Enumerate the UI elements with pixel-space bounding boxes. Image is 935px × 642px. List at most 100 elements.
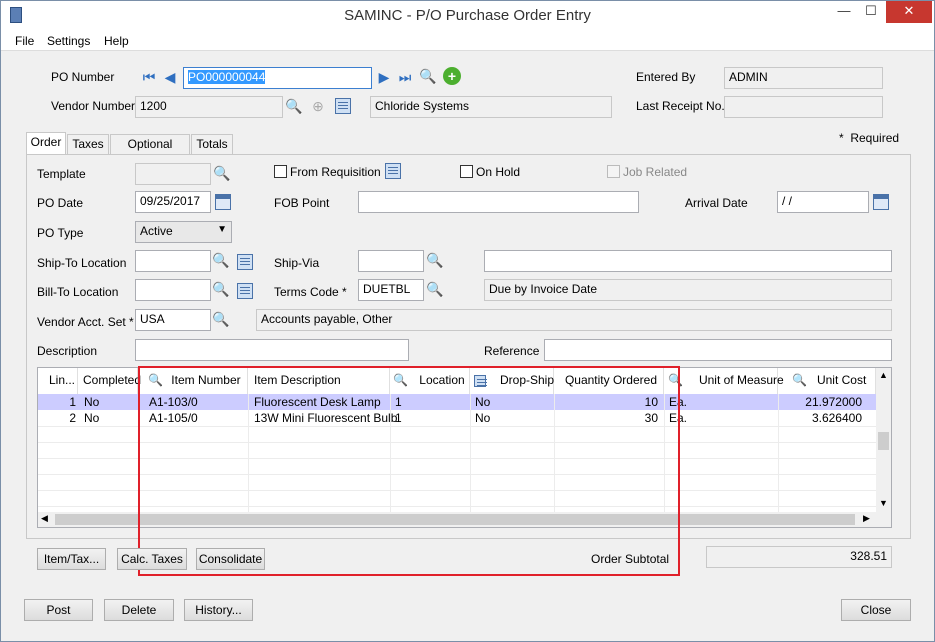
fob-point-label: FOB Point — [274, 196, 330, 210]
menu-file[interactable]: File — [15, 34, 34, 48]
add-new-icon[interactable]: + — [443, 67, 461, 85]
po-number-value: PO000000044 — [188, 70, 266, 84]
bill-to-input[interactable] — [135, 279, 211, 301]
tab-order[interactable]: Order — [26, 132, 66, 155]
po-date-calendar-icon[interactable] — [215, 194, 231, 210]
template-label: Template — [37, 167, 86, 181]
terms-code-label: Terms Code * — [274, 285, 347, 299]
po-type-label: PO Type — [37, 226, 84, 240]
ship-via-search-icon[interactable]: 🔍 — [426, 251, 444, 269]
required-asterisk: * — [839, 131, 844, 145]
ship-to-label: Ship-To Location — [37, 256, 127, 270]
scroll-left-icon[interactable]: ◀ — [41, 513, 48, 524]
template-input[interactable] — [135, 163, 211, 185]
arrival-date-input[interactable]: / / — [777, 191, 869, 213]
vendor-number-label: Vendor Number — [51, 99, 136, 113]
last-record-icon[interactable]: ⏭ — [396, 68, 414, 86]
description-label: Description — [37, 344, 98, 358]
minimize-button[interactable]: — — [829, 1, 859, 23]
previous-record-icon[interactable]: ◀ — [161, 68, 179, 86]
col-header-unit-of-measure[interactable]: 🔍 Unit of Measure — [664, 368, 784, 394]
next-record-icon[interactable]: ▶ — [375, 68, 393, 86]
po-type-select[interactable]: Active ▼ — [135, 221, 232, 243]
vendor-acct-set-input[interactable]: USA — [135, 309, 211, 331]
on-hold-checkbox[interactable] — [460, 165, 473, 178]
calc-taxes-button[interactable]: Calc. Taxes — [117, 548, 187, 570]
vendor-acct-set-label: Vendor Acct. Set * — [37, 315, 134, 329]
history-button[interactable]: History... — [184, 599, 253, 621]
from-requisition-checkbox[interactable] — [274, 165, 287, 178]
first-record-icon[interactable]: ⏮ — [140, 68, 158, 86]
po-date-label: PO Date — [37, 196, 84, 210]
last-receipt-field — [724, 96, 883, 118]
menu-help[interactable]: Help — [104, 34, 129, 48]
reference-label: Reference — [484, 344, 540, 358]
vendor-details-icon[interactable] — [335, 98, 351, 114]
maximize-button[interactable]: ☐ — [859, 1, 883, 23]
post-button[interactable]: Post — [24, 599, 93, 621]
entered-by-label: Entered By — [636, 70, 696, 84]
po-type-value: Active — [140, 224, 173, 238]
scroll-thumb[interactable] — [878, 432, 889, 450]
bill-to-details-icon[interactable] — [237, 283, 253, 299]
from-requisition-label: From Requisition — [290, 165, 381, 179]
add-vendor-icon: ⊕ — [312, 98, 324, 114]
ship-via-desc-field[interactable] — [484, 250, 892, 272]
vertical-scrollbar[interactable]: ▲ ▼ — [876, 368, 891, 512]
tab-totals[interactable]: Totals — [191, 134, 233, 155]
col-uom-text: Unit of Measure — [698, 373, 784, 387]
scroll-down-icon[interactable]: ▼ — [879, 498, 888, 508]
close-window-button[interactable]: ✕ — [886, 1, 932, 23]
fob-point-input[interactable] — [358, 191, 639, 213]
cell-unit-cost: 21.972000 — [805, 395, 862, 409]
ship-to-details-icon[interactable] — [237, 254, 253, 270]
terms-code-input[interactable]: DUETBL — [358, 279, 424, 301]
delete-button[interactable]: Delete — [104, 599, 174, 621]
job-related-label: Job Related — [623, 165, 688, 179]
bill-to-label: Bill-To Location — [37, 285, 119, 299]
order-subtotal-label: Order Subtotal — [591, 552, 670, 566]
col-header-completed[interactable]: Completed — [78, 368, 142, 394]
arrival-date-label: Arrival Date — [685, 196, 748, 210]
vendor-number-input[interactable]: 1200 — [135, 96, 283, 118]
scroll-up-icon[interactable]: ▲ — [879, 370, 888, 380]
search-icon[interactable]: 🔍 — [419, 67, 437, 85]
col-line-text: Lin... — [49, 373, 76, 387]
required-text: Required — [850, 131, 900, 145]
consolidate-button[interactable]: Consolidate — [196, 548, 265, 570]
ship-to-search-icon[interactable]: 🔍 — [212, 251, 230, 269]
col-completed-text: Completed — [83, 373, 142, 387]
app-window: SAMINC - P/O Purchase Order Entry — ☐ ✕ … — [0, 0, 935, 642]
required-note: * Required — [839, 131, 899, 145]
grid-column-line — [778, 394, 779, 514]
vendor-acct-search-icon[interactable]: 🔍 — [212, 310, 230, 328]
arrival-date-calendar-icon[interactable] — [873, 194, 889, 210]
last-receipt-label: Last Receipt No. — [636, 99, 725, 113]
reference-input[interactable] — [544, 339, 892, 361]
ship-to-input[interactable] — [135, 250, 211, 272]
ship-via-input[interactable] — [358, 250, 424, 272]
description-input[interactable] — [135, 339, 409, 361]
menu-settings[interactable]: Settings — [47, 34, 90, 48]
window-title: SAMINC - P/O Purchase Order Entry — [344, 7, 591, 24]
scroll-right-icon[interactable]: ▶ — [863, 513, 870, 524]
col-header-unit-cost[interactable]: 🔍 Unit Cost — [778, 368, 876, 394]
requisition-details-icon[interactable] — [385, 163, 401, 179]
cell-line: 2 — [69, 411, 76, 425]
col-header-line[interactable]: Lin... — [38, 368, 78, 394]
tab-taxes[interactable]: Taxes — [67, 134, 109, 155]
po-number-input[interactable]: PO000000044 — [183, 67, 372, 89]
po-date-input[interactable]: 09/25/2017 — [135, 191, 211, 213]
tab-optional-fields[interactable]: Optional Fields — [110, 134, 190, 170]
menu-bar: File Settings Help — [1, 31, 934, 51]
close-button[interactable]: Close — [841, 599, 911, 621]
cell-line: 1 — [69, 395, 76, 409]
bill-to-search-icon[interactable]: 🔍 — [212, 280, 230, 298]
col-unit-cost-text: Unit Cost — [816, 373, 867, 387]
vendor-search-icon[interactable]: 🔍 — [285, 97, 303, 115]
highlight-box — [138, 366, 680, 576]
entered-by-field: ADMIN — [724, 67, 883, 89]
item-tax-button[interactable]: Item/Tax... — [37, 548, 106, 570]
terms-code-search-icon[interactable]: 🔍 — [426, 280, 444, 298]
template-search-icon[interactable]: 🔍 — [213, 164, 231, 182]
